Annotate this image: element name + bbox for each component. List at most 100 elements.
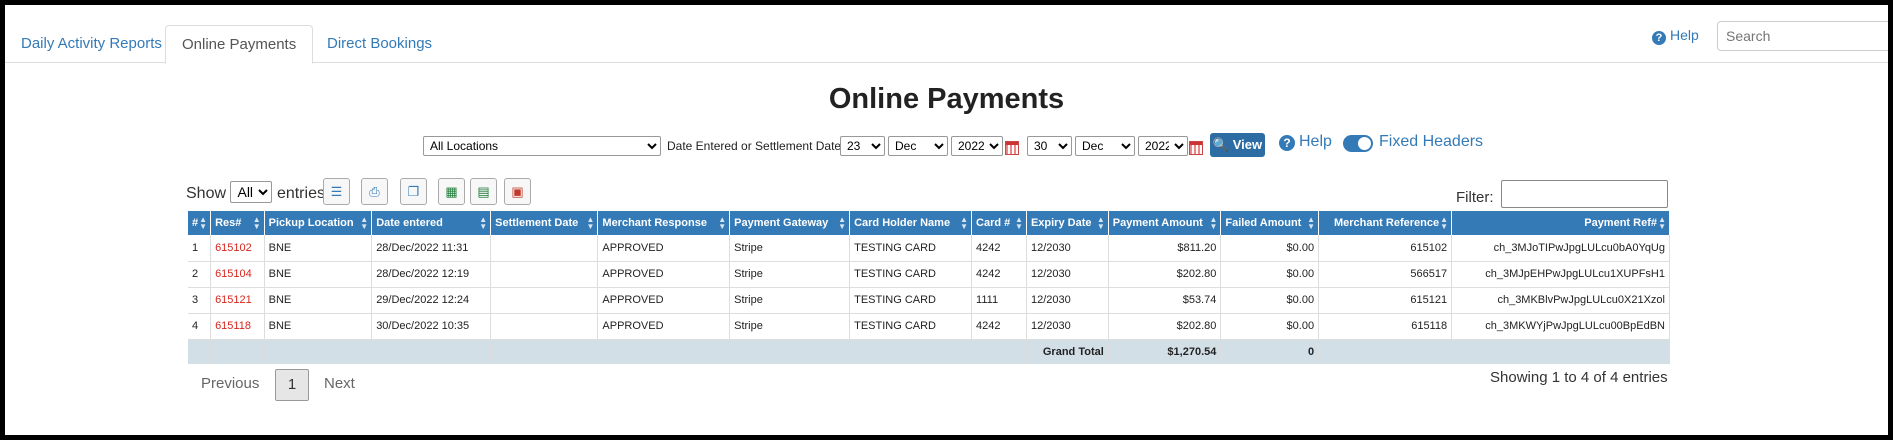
to-day-select[interactable]: 30: [1027, 136, 1072, 156]
table-cell: 4242: [971, 261, 1027, 288]
total-cell: Grand Total: [1026, 339, 1109, 364]
total-cell: [188, 339, 212, 364]
location-select[interactable]: All Locations: [423, 136, 661, 156]
column-header-label: Card #: [976, 217, 1011, 229]
copy-button[interactable]: ❐: [400, 178, 427, 205]
entries-select[interactable]: All: [230, 181, 273, 203]
view-button-label: View: [1232, 137, 1263, 152]
table-cell: TESTING CARD: [849, 313, 973, 340]
table-cell: 3: [188, 287, 212, 314]
column-header-label: Payment Gateway: [734, 217, 829, 229]
table-cell: APPROVED: [597, 313, 731, 340]
table-cell: $202.80: [1108, 313, 1222, 340]
table-cell: ch_3MJpEHPwJpgLULcu1XUPFsH1: [1451, 261, 1670, 288]
table-cell: APPROVED: [597, 235, 731, 262]
next-button[interactable]: Next: [324, 375, 355, 392]
table-cell: 12/2030: [1026, 261, 1109, 288]
from-day-select[interactable]: 23: [840, 136, 885, 156]
table-cell: 12/2030: [1026, 235, 1109, 262]
fixed-headers-label: Fixed Headers: [1379, 133, 1484, 150]
column-header[interactable]: Payment Amount ▲ ▼: [1108, 211, 1222, 235]
reservation-link[interactable]: 615118: [210, 313, 265, 340]
table-cell: APPROVED: [597, 287, 731, 314]
to-calendar-icon[interactable]: [1189, 141, 1203, 155]
help-label: Help: [1670, 27, 1699, 43]
from-year-select[interactable]: 2022: [951, 136, 1003, 156]
table-cell: APPROVED: [597, 261, 731, 288]
table-row[interactable]: 4 615118 BNE 30/Dec/2022 10:35 APPROVED Strip…: [188, 313, 1670, 340]
search-input[interactable]: [1717, 21, 1888, 51]
help-link[interactable]: ? Help: [1652, 27, 1699, 45]
table-cell: [490, 313, 599, 340]
csv-icon: ▤: [477, 184, 490, 199]
column-header[interactable]: Payment Gateway ▲ ▼: [729, 211, 851, 235]
to-year-select[interactable]: 2022: [1138, 136, 1188, 156]
sort-icon: ▲ ▼: [1096, 215, 1105, 231]
sort-icon: ▲ ▼: [252, 215, 261, 231]
table-cell: [490, 235, 599, 262]
table-cell: 1: [188, 235, 212, 262]
table-cell: $0.00: [1220, 287, 1320, 314]
column-header[interactable]: Card # ▲ ▼: [971, 211, 1027, 235]
table-cell: $811.20: [1108, 235, 1222, 262]
column-header[interactable]: Expiry Date ▲ ▼: [1026, 211, 1109, 235]
table-row[interactable]: 1 615102 BNE 28/Dec/2022 11:31 APPROVED Strip…: [188, 235, 1670, 262]
fixed-headers-toggle[interactable]: [1343, 135, 1373, 152]
column-header[interactable]: Merchant Response ▲ ▼: [597, 211, 731, 235]
column-header-label: Pickup Location: [268, 217, 354, 229]
column-header[interactable]: Payment Ref# ▲ ▼: [1451, 211, 1670, 235]
column-header-label: Payment Amount: [1112, 217, 1203, 229]
table-cell: ch_3MJoTIPwJpgLULcu0bA0YqUg: [1451, 235, 1670, 262]
column-visibility-button[interactable]: ☰: [323, 178, 350, 205]
reservation-link[interactable]: 615104: [210, 261, 265, 288]
column-header[interactable]: Card Holder Name ▲ ▼: [849, 211, 973, 235]
column-header[interactable]: Pickup Location ▲ ▼: [264, 211, 373, 235]
help-icon: ?: [1652, 31, 1666, 45]
from-month-select[interactable]: Dec: [888, 136, 948, 156]
pdf-export-button[interactable]: ▣: [504, 178, 531, 205]
sort-icon: ▲ ▼: [1440, 215, 1449, 231]
filter-input[interactable]: [1501, 180, 1668, 208]
total-cell: [371, 339, 492, 364]
previous-button[interactable]: Previous: [201, 375, 259, 392]
view-button[interactable]: 🔍 View: [1210, 133, 1265, 157]
table-header-row: # ▲ ▼ Res# ▲ ▼ Pickup Location ▲ ▼ Date entered ▲ ▼…: [188, 211, 1670, 235]
csv-export-button[interactable]: ▤: [470, 178, 497, 205]
column-header-label: #: [192, 217, 199, 229]
table-cell: $202.80: [1108, 261, 1222, 288]
table-cell: BNE: [264, 235, 373, 262]
table-cell: Stripe: [729, 287, 851, 314]
table-cell: TESTING CARD: [849, 261, 973, 288]
excel-export-button[interactable]: ▦: [438, 178, 465, 205]
help-link-filters[interactable]: ? Help: [1279, 133, 1332, 151]
tab-online-payments[interactable]: Online Payments: [165, 25, 314, 64]
reservation-link[interactable]: 615102: [210, 235, 265, 262]
column-header[interactable]: # ▲ ▼: [188, 211, 212, 235]
tab-direct-bookings[interactable]: Direct Bookings: [311, 25, 448, 64]
print-button[interactable]: ⎙: [361, 178, 388, 205]
column-header-label: Card Holder Name: [854, 217, 951, 229]
column-header[interactable]: Res# ▲ ▼: [210, 211, 265, 235]
grand-total-row: Grand Total $1,270.54 0: [188, 339, 1670, 364]
tab-daily-activity-reports[interactable]: Daily Activity Reports: [5, 25, 178, 64]
table-row[interactable]: 3 615121 BNE 29/Dec/2022 12:24 APPROVED Strip…: [188, 287, 1670, 314]
to-month-select[interactable]: Dec: [1075, 136, 1135, 156]
sort-icon: ▲ ▼: [1307, 215, 1316, 231]
total-cell: [210, 339, 265, 364]
column-header[interactable]: Date entered ▲ ▼: [371, 211, 492, 235]
column-header-label: Res#: [215, 217, 242, 229]
from-calendar-icon[interactable]: [1005, 141, 1019, 155]
column-header-label: Date entered: [376, 217, 443, 229]
reservation-link[interactable]: 615121: [210, 287, 265, 314]
table-row[interactable]: 2 615104 BNE 28/Dec/2022 12:19 APPROVED Strip…: [188, 261, 1670, 288]
column-header-label: Merchant Reference: [1333, 217, 1440, 229]
table-cell: 566517: [1318, 261, 1453, 288]
column-header[interactable]: Settlement Date ▲ ▼: [490, 211, 599, 235]
table-cell: [490, 261, 599, 288]
sort-icon: ▲ ▼: [718, 215, 727, 231]
page-1-button[interactable]: 1: [275, 369, 309, 401]
total-cell: [971, 339, 1027, 364]
column-header[interactable]: Merchant Reference ▲ ▼: [1318, 211, 1453, 235]
column-header[interactable]: Failed Amount ▲ ▼: [1220, 211, 1320, 235]
excel-icon: ▦: [445, 184, 458, 199]
